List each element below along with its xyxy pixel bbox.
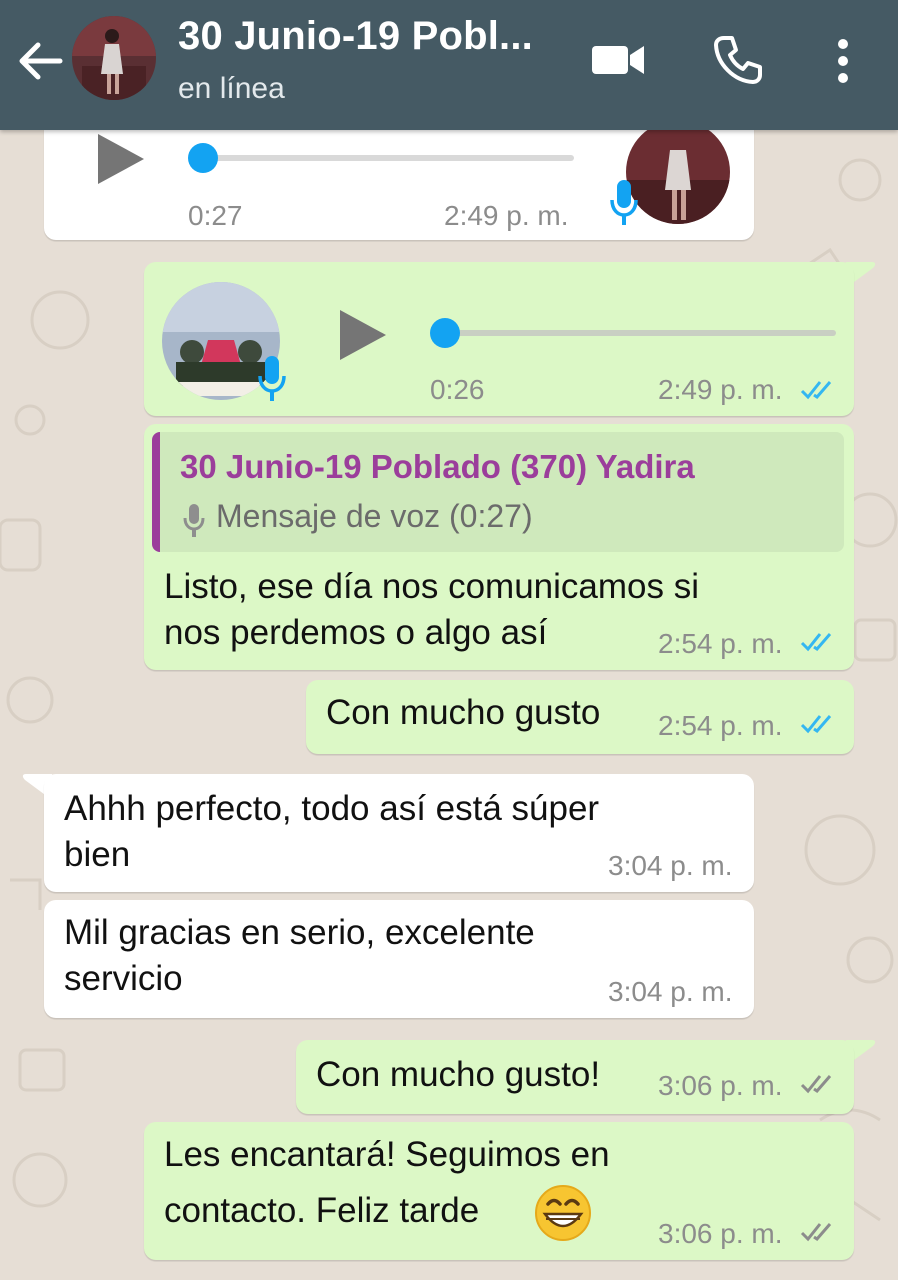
message-time: 2:49 p. m. [444, 200, 569, 231]
message-text: Listo, ese día nos comunicamos si [164, 567, 699, 606]
read-ticks-icon [800, 633, 832, 652]
voice-duration: 0:26 [430, 374, 485, 405]
audio-progress-track[interactable] [444, 330, 836, 336]
incoming-text-message[interactable]: Ahhh perfecto, todo así está súper bien … [44, 774, 754, 892]
read-ticks-icon [800, 715, 832, 734]
message-time: 3:06 p. m. [658, 1218, 783, 1249]
message-time: 3:04 p. m. [608, 976, 733, 1007]
contact-avatar[interactable] [72, 16, 156, 100]
audio-progress-handle[interactable] [430, 318, 460, 348]
more-vert-icon[interactable] [828, 36, 858, 86]
message-time: 2:49 p. m. [658, 374, 783, 405]
outgoing-text-message[interactable]: Les encantará! Seguimos en contacto. Fel… [144, 1122, 854, 1260]
audio-progress-track[interactable] [204, 155, 574, 161]
message-time: 3:06 p. m. [658, 1070, 783, 1101]
video-call-icon[interactable] [590, 40, 646, 80]
quoted-text: Mensaje de voz (0:27) [216, 498, 533, 534]
grinning-face-icon [535, 1185, 591, 1241]
incoming-text-message[interactable]: Mil gracias en serio, excelente servicio… [44, 900, 754, 1018]
outgoing-text-message[interactable]: Con mucho gusto! 3:06 p. m. [296, 1040, 854, 1114]
read-ticks-icon [800, 381, 832, 400]
message-text: Mil gracias en serio, excelente [64, 913, 535, 952]
audio-progress-handle[interactable] [188, 143, 218, 173]
microphone-icon [610, 180, 638, 225]
outgoing-reply-message[interactable]: 30 Junio-19 Poblado (370) Yadira Mensaje… [144, 424, 854, 670]
message-text: servicio [64, 959, 183, 998]
message-text: contacto. Feliz tarde [164, 1191, 480, 1230]
voice-duration: 0:27 [188, 200, 243, 231]
outgoing-text-message[interactable]: Con mucho gusto 2:54 p. m. [306, 680, 854, 754]
message-text: nos perdemos o algo así [164, 613, 548, 652]
message-text: Ahhh perfecto, todo así está súper [64, 789, 600, 828]
message-time: 3:04 p. m. [608, 850, 733, 881]
arrow-left-icon[interactable] [14, 38, 66, 84]
microphone-icon [258, 356, 286, 401]
phone-call-icon[interactable] [712, 34, 764, 86]
contact-name[interactable]: 30 Junio-19 Pobl... [178, 14, 533, 59]
message-text: bien [64, 835, 131, 874]
message-text: Les encantará! Seguimos en [164, 1135, 610, 1174]
quoted-author: 30 Junio-19 Poblado (370) Yadira [180, 448, 695, 485]
chat-header: 30 Junio-19 Pobl... en línea [0, 0, 898, 130]
play-icon[interactable] [94, 130, 148, 188]
delivered-ticks-icon [800, 1223, 832, 1242]
play-icon[interactable] [336, 306, 390, 364]
outgoing-voice-message[interactable]: 0:26 2:49 p. m. [144, 262, 854, 416]
microphone-icon [183, 504, 205, 537]
sender-avatar [626, 120, 730, 224]
quoted-message[interactable]: 30 Junio-19 Poblado (370) Yadira Mensaje… [152, 432, 844, 552]
delivered-ticks-icon [800, 1075, 832, 1094]
message-time: 2:54 p. m. [658, 628, 783, 659]
message-text: Con mucho gusto! [316, 1055, 601, 1094]
contact-status: en línea [178, 72, 285, 105]
message-text: Con mucho gusto [326, 693, 601, 732]
message-time: 2:54 p. m. [658, 710, 783, 741]
